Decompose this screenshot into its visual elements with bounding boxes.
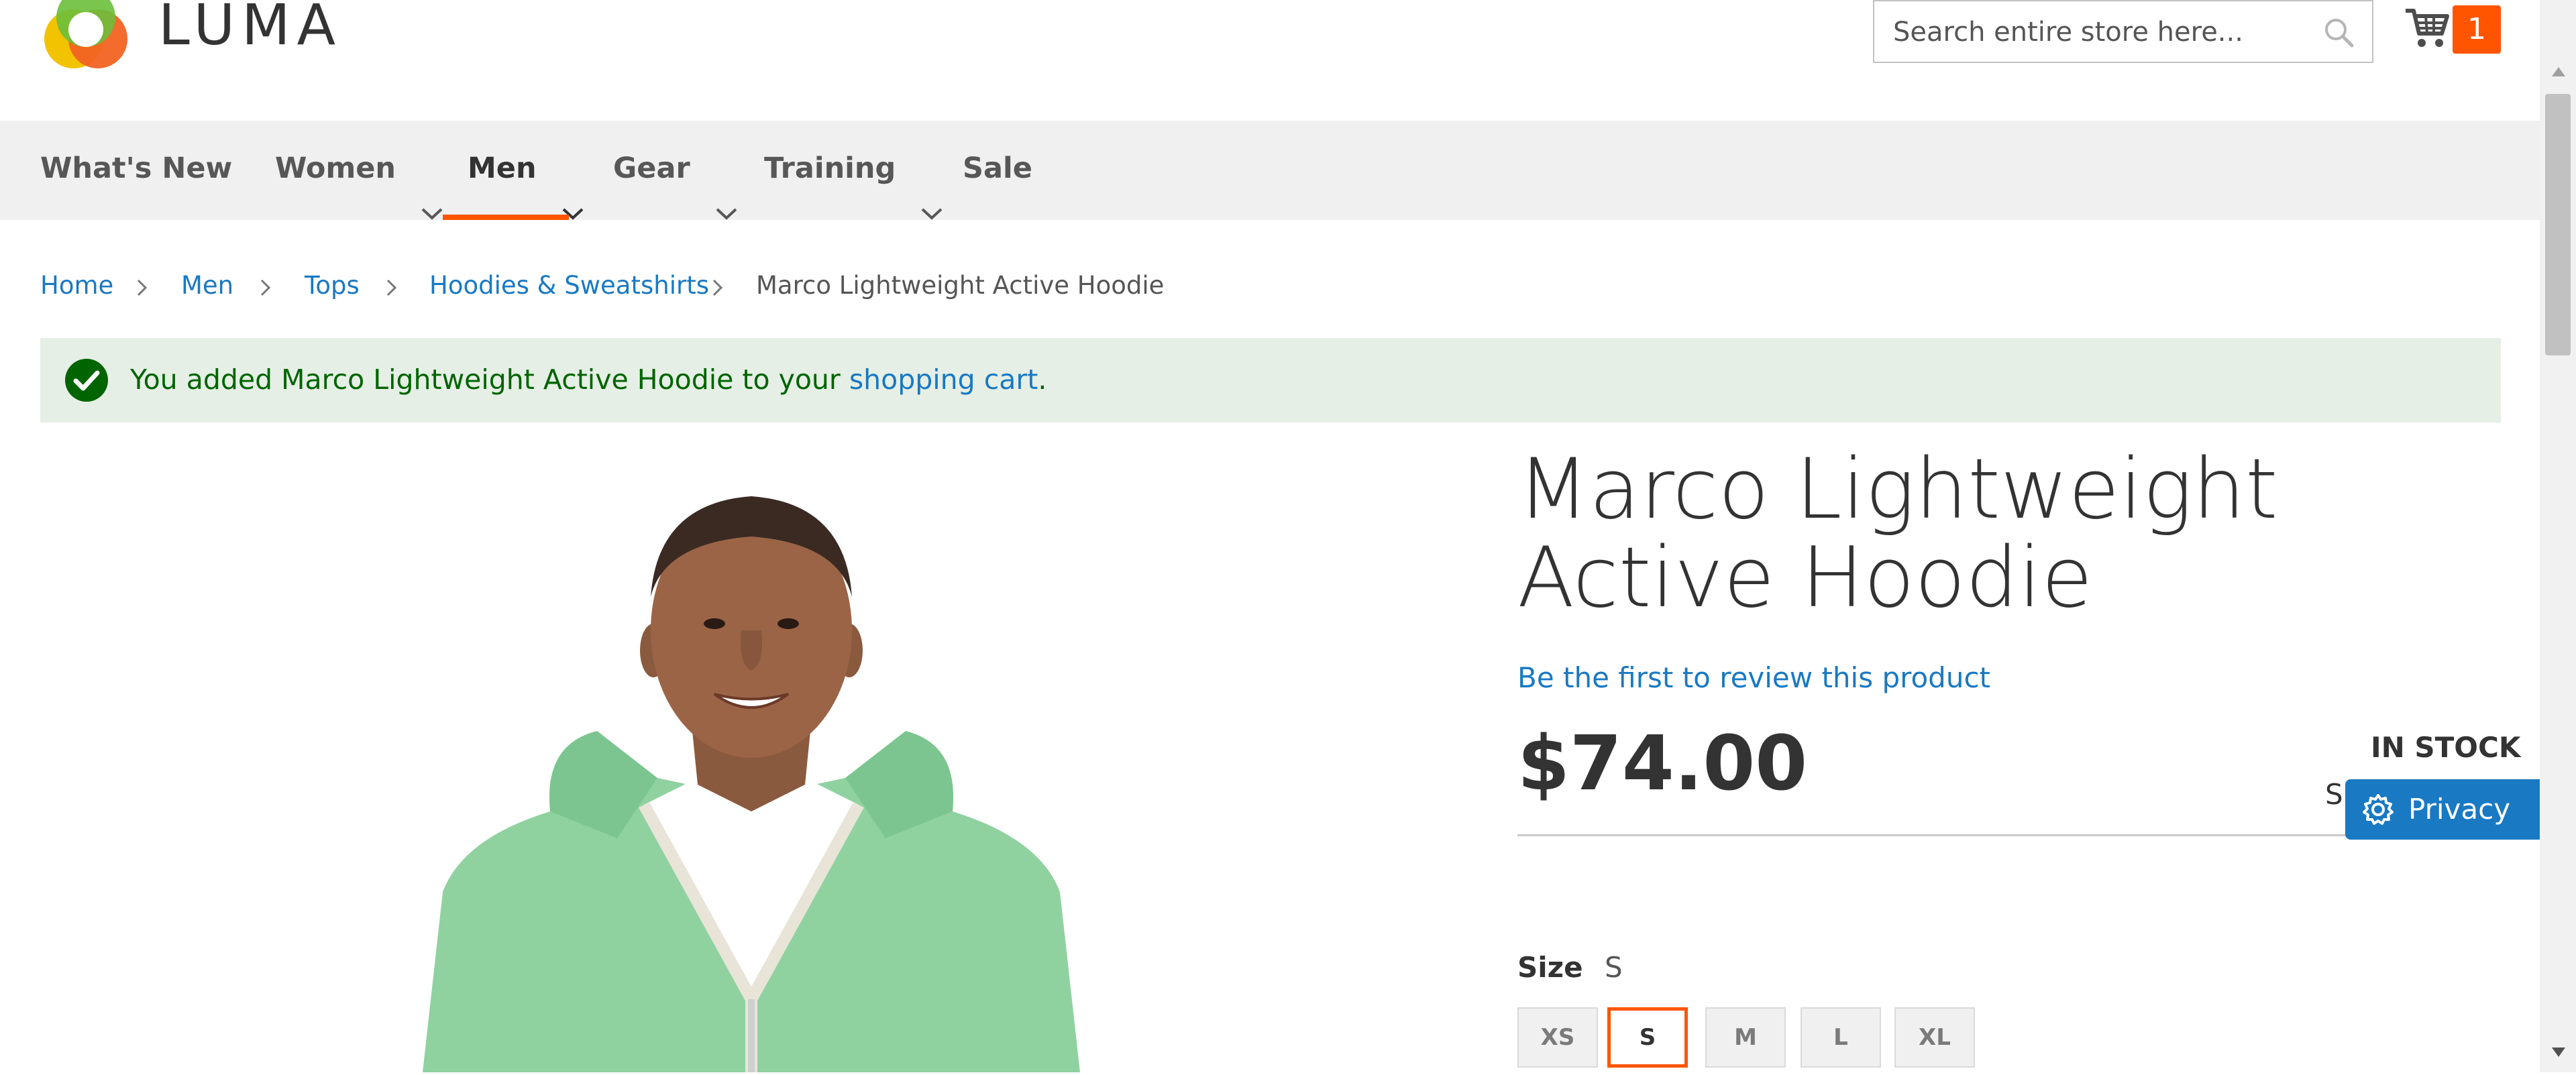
- chevron-down-icon: [715, 164, 738, 220]
- size-swatch-l[interactable]: L: [1801, 1007, 1881, 1068]
- size-label: Size: [1517, 951, 1583, 984]
- chevron-right-icon: [711, 278, 724, 298]
- size-swatch-xl[interactable]: XL: [1894, 1007, 1975, 1068]
- search-box[interactable]: [1873, 0, 2373, 63]
- checkmark-circle-icon: [64, 358, 109, 402]
- main-navigation: What's New Women Men Gear Training Sale: [0, 121, 2540, 220]
- nav-item-label: Training: [764, 152, 896, 185]
- breadcrumb-home[interactable]: Home: [40, 271, 113, 300]
- chevron-right-icon: [259, 278, 272, 298]
- nav-item-women[interactable]: Women: [275, 121, 443, 220]
- search-input[interactable]: [1892, 8, 2310, 56]
- privacy-label: Privacy: [2408, 793, 2511, 826]
- logo-text[interactable]: LUMA: [158, 0, 342, 58]
- divider: [1517, 834, 2349, 836]
- product-title: Marco Lightweight Active Hoodie: [1517, 441, 2278, 626]
- success-message-text: You added Marco Lightweight Active Hoodi…: [130, 363, 1046, 396]
- nav-item-label: Sale: [963, 152, 1032, 185]
- chevron-down-icon: [421, 164, 443, 220]
- scroll-down-arrow-icon[interactable]: [2552, 1048, 2565, 1057]
- chevron-right-icon: [385, 278, 398, 298]
- shopping-cart-link[interactable]: shopping cart: [849, 363, 1038, 396]
- chevron-down-icon: [920, 164, 943, 220]
- scroll-up-arrow-icon[interactable]: [2552, 67, 2565, 76]
- product-image[interactable]: [376, 463, 1127, 1072]
- nav-item-label: Gear: [613, 152, 690, 185]
- nav-item-label: What's New: [40, 152, 233, 185]
- size-swatch-m[interactable]: M: [1705, 1007, 1786, 1068]
- privacy-button[interactable]: Privacy: [2345, 779, 2541, 840]
- nav-item-label: Men: [468, 152, 537, 185]
- active-nav-indicator: [443, 215, 569, 220]
- scrollbar[interactable]: [2540, 0, 2576, 1072]
- nav-item-label: Women: [275, 152, 396, 185]
- cart-icon[interactable]: [2403, 4, 2451, 52]
- message-suffix: .: [1038, 363, 1047, 396]
- breadcrumb-hoodies-sweatshirts[interactable]: Hoodies & Sweatshirts: [429, 271, 709, 300]
- scrollbar-thumb[interactable]: [2545, 94, 2571, 355]
- nav-item-men[interactable]: Men: [468, 121, 584, 220]
- breadcrumb-current: Marco Lightweight Active Hoodie: [756, 271, 1165, 300]
- luma-logo-icon[interactable]: [39, 0, 133, 74]
- selected-size-value: S: [1605, 951, 1623, 984]
- breadcrumb-men[interactable]: Men: [181, 271, 233, 300]
- size-swatch-s[interactable]: S: [1607, 1007, 1688, 1068]
- review-link[interactable]: Be the first to review this product: [1517, 661, 1990, 694]
- nav-item-gear[interactable]: Gear: [613, 121, 738, 220]
- size-swatch-xs[interactable]: XS: [1517, 1007, 1598, 1068]
- nav-item-training[interactable]: Training: [764, 121, 943, 220]
- chevron-down-icon: [561, 164, 584, 220]
- chevron-right-icon: [136, 278, 149, 298]
- gear-icon: [2361, 793, 2395, 826]
- product-price: $74.00: [1517, 720, 1808, 807]
- breadcrumb-tops[interactable]: Tops: [305, 271, 360, 300]
- message-prefix: You added Marco Lightweight Active Hoodi…: [130, 363, 849, 396]
- sku-partial: S: [2325, 778, 2343, 811]
- nav-item-sale[interactable]: Sale: [963, 121, 1032, 220]
- success-message: You added Marco Lightweight Active Hoodi…: [40, 338, 2501, 422]
- cart-count-badge[interactable]: 1: [2453, 5, 2501, 54]
- nav-item-whats-new[interactable]: What's New: [40, 121, 232, 220]
- stock-status: IN STOCK: [2371, 731, 2521, 764]
- search-icon[interactable]: [2322, 16, 2356, 50]
